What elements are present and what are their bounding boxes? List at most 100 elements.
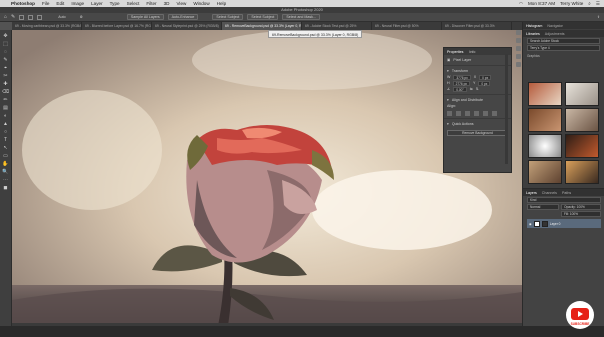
tab-layers[interactable]: Layers bbox=[526, 191, 537, 195]
auto-enhance-checkbox[interactable]: Auto-Enhance bbox=[167, 14, 199, 20]
quick-select-tool-icon[interactable]: ✎ bbox=[2, 57, 9, 64]
opacity-field[interactable]: Opacity: 100% bbox=[561, 204, 601, 210]
menu-file[interactable]: File bbox=[42, 1, 49, 6]
fill-field[interactable]: Fill: 100% bbox=[561, 211, 601, 217]
width-field[interactable]: 3776 px bbox=[453, 74, 471, 80]
library-thumbnail[interactable] bbox=[528, 134, 562, 158]
more-tools-icon[interactable]: ⋯ bbox=[2, 177, 9, 184]
slice-tool-icon[interactable]: ✂ bbox=[2, 73, 9, 80]
eraser-tool-icon[interactable]: ⌫ bbox=[2, 89, 9, 96]
menu-help[interactable]: Help bbox=[217, 1, 226, 6]
tab-doc-3[interactable]: 69 - Neural Styleprint.psd @ 25% (RGB/8) bbox=[152, 22, 222, 30]
layer-row[interactable]: ◉ Layer 0 bbox=[527, 219, 601, 228]
tab-doc-5[interactable]: 69 - Adobe Stock Test.psd @ 25% bbox=[302, 22, 372, 30]
flip-vertical-icon[interactable]: ⇅ bbox=[476, 87, 479, 91]
hand-tool-icon[interactable]: ✋ bbox=[2, 161, 9, 168]
menu-filter[interactable]: Filter bbox=[146, 1, 156, 6]
tab-doc-2[interactable]: 69 - Blurred before Layer.psd @ 16.7% (R… bbox=[82, 22, 152, 30]
user-name[interactable]: Terry White bbox=[560, 1, 583, 7]
flip-horizontal-icon[interactable]: ⇋ bbox=[470, 87, 473, 91]
align-top-icon[interactable] bbox=[474, 111, 479, 116]
pen-tool-icon[interactable]: ▲ bbox=[2, 121, 9, 128]
menu-edit[interactable]: Edit bbox=[56, 1, 64, 6]
search-icon[interactable]: ⌕ bbox=[588, 1, 591, 7]
ellipse-tool-icon[interactable]: ○ bbox=[2, 129, 9, 136]
menu-select[interactable]: Select bbox=[127, 1, 140, 6]
properties-scrollbar[interactable] bbox=[505, 54, 508, 164]
y-field[interactable]: 0 px bbox=[478, 80, 491, 86]
menu-app-name[interactable]: Photoshop bbox=[11, 1, 35, 6]
library-thumbnail[interactable] bbox=[528, 160, 562, 184]
brush-settings-icon[interactable]: ⚙ bbox=[80, 15, 83, 19]
subtract-selection-icon[interactable] bbox=[37, 14, 43, 20]
x-field[interactable]: 0 px bbox=[479, 74, 492, 80]
select-subject-dropdown[interactable]: Select Subject bbox=[247, 14, 279, 20]
type-tool-icon[interactable]: T bbox=[2, 137, 9, 144]
library-thumbnail[interactable] bbox=[528, 108, 562, 132]
library-thumbnail[interactable] bbox=[565, 82, 599, 106]
marquee-tool-icon[interactable]: ⬚ bbox=[2, 41, 9, 48]
library-thumbnail[interactable] bbox=[565, 108, 599, 132]
library-select[interactable]: Terry's Type 4 bbox=[527, 45, 600, 51]
library-thumbnail[interactable] bbox=[528, 82, 562, 106]
brush-preset-icon[interactable] bbox=[515, 38, 521, 43]
path-select-tool-icon[interactable]: ↖ bbox=[2, 145, 9, 152]
share-icon[interactable]: ⇪ bbox=[597, 15, 600, 19]
tab-channels[interactable]: Channels bbox=[542, 191, 557, 195]
menu-image[interactable]: Image bbox=[71, 1, 84, 6]
healing-tool-icon[interactable]: ✚ bbox=[2, 81, 9, 88]
new-selection-icon[interactable] bbox=[19, 14, 25, 20]
align-middle-icon[interactable] bbox=[483, 111, 488, 116]
menu-layer[interactable]: Layer bbox=[91, 1, 103, 6]
layer-name[interactable]: Layer 0 bbox=[550, 222, 561, 226]
quick-select-tool-icon[interactable]: ✎ bbox=[11, 14, 15, 20]
tab-navigator[interactable]: Navigator bbox=[547, 24, 562, 28]
select-subject-button[interactable]: Select Subject bbox=[212, 14, 244, 20]
gradient-tool-icon[interactable]: ▤ bbox=[2, 105, 9, 112]
blend-mode-select[interactable]: Normal bbox=[527, 204, 560, 210]
align-bottom-icon[interactable] bbox=[492, 111, 497, 116]
tab-doc-1[interactable]: 69 - Moving caribbean.psd @ 33.3% (RGB/8… bbox=[12, 22, 82, 30]
tab-doc-7[interactable]: 69 - Discover Filter.psd @ 33.3% bbox=[442, 22, 512, 30]
lasso-tool-icon[interactable]: ◌ bbox=[2, 49, 9, 56]
tab-info[interactable]: Info bbox=[469, 50, 475, 54]
align-left-icon[interactable] bbox=[447, 111, 452, 116]
brush-tool-icon[interactable]: ✏ bbox=[2, 97, 9, 104]
eye-icon[interactable]: ◉ bbox=[529, 222, 532, 226]
home-icon[interactable]: ⌂ bbox=[4, 14, 7, 20]
color-swatch-icon[interactable]: ◼ bbox=[2, 185, 9, 192]
remove-background-button[interactable]: Remove Background bbox=[447, 130, 508, 136]
zoom-tool-icon[interactable]: 🔍 bbox=[2, 169, 9, 176]
tab-histogram[interactable]: Histogram bbox=[526, 24, 542, 28]
paragraph-icon[interactable] bbox=[515, 54, 521, 59]
chevron-down-icon[interactable]: ▾ bbox=[447, 69, 449, 73]
control-center-icon[interactable]: ☰ bbox=[596, 1, 600, 7]
height-field[interactable]: 2776 px bbox=[452, 80, 470, 86]
layer-filter-select[interactable]: Kind bbox=[527, 197, 601, 203]
menu-3d[interactable]: 3D bbox=[164, 1, 170, 6]
angle-field[interactable]: 0.00° bbox=[453, 86, 467, 92]
tab-paths[interactable]: Paths bbox=[562, 191, 571, 195]
tab-libraries[interactable]: Libraries bbox=[526, 32, 540, 36]
menu-view[interactable]: View bbox=[176, 1, 186, 6]
chevron-down-icon[interactable]: ▾ bbox=[447, 122, 449, 126]
clock[interactable]: Mon 8:37 AM bbox=[528, 1, 555, 7]
rectangle-tool-icon[interactable]: ▭ bbox=[2, 153, 9, 160]
align-right-icon[interactable] bbox=[465, 111, 470, 116]
dodge-tool-icon[interactable]: ◐ bbox=[2, 113, 9, 120]
library-thumbnail[interactable] bbox=[565, 134, 599, 158]
history-icon[interactable] bbox=[515, 30, 521, 35]
youtube-subscribe-badge[interactable]: SUBSCRIBE bbox=[565, 300, 595, 330]
select-and-mask-button[interactable]: Select and Mask... bbox=[282, 14, 320, 20]
glyphs-icon[interactable] bbox=[515, 62, 521, 67]
wifi-icon[interactable]: ◠ bbox=[519, 1, 523, 7]
add-selection-icon[interactable] bbox=[28, 14, 34, 20]
move-tool-icon[interactable]: ✥ bbox=[2, 33, 9, 40]
brush-size-dropdown[interactable]: Auto bbox=[58, 15, 65, 19]
tab-doc-6[interactable]: 69 - Neural Filter.psd @ 50% bbox=[372, 22, 442, 30]
tab-adjustments[interactable]: Adjustments bbox=[545, 32, 565, 36]
stock-search-input[interactable]: Search Adobe Stock bbox=[527, 38, 600, 44]
chevron-down-icon[interactable]: ▾ bbox=[447, 98, 449, 102]
crop-tool-icon[interactable]: ⌖ bbox=[2, 65, 9, 72]
character-icon[interactable] bbox=[515, 46, 521, 51]
